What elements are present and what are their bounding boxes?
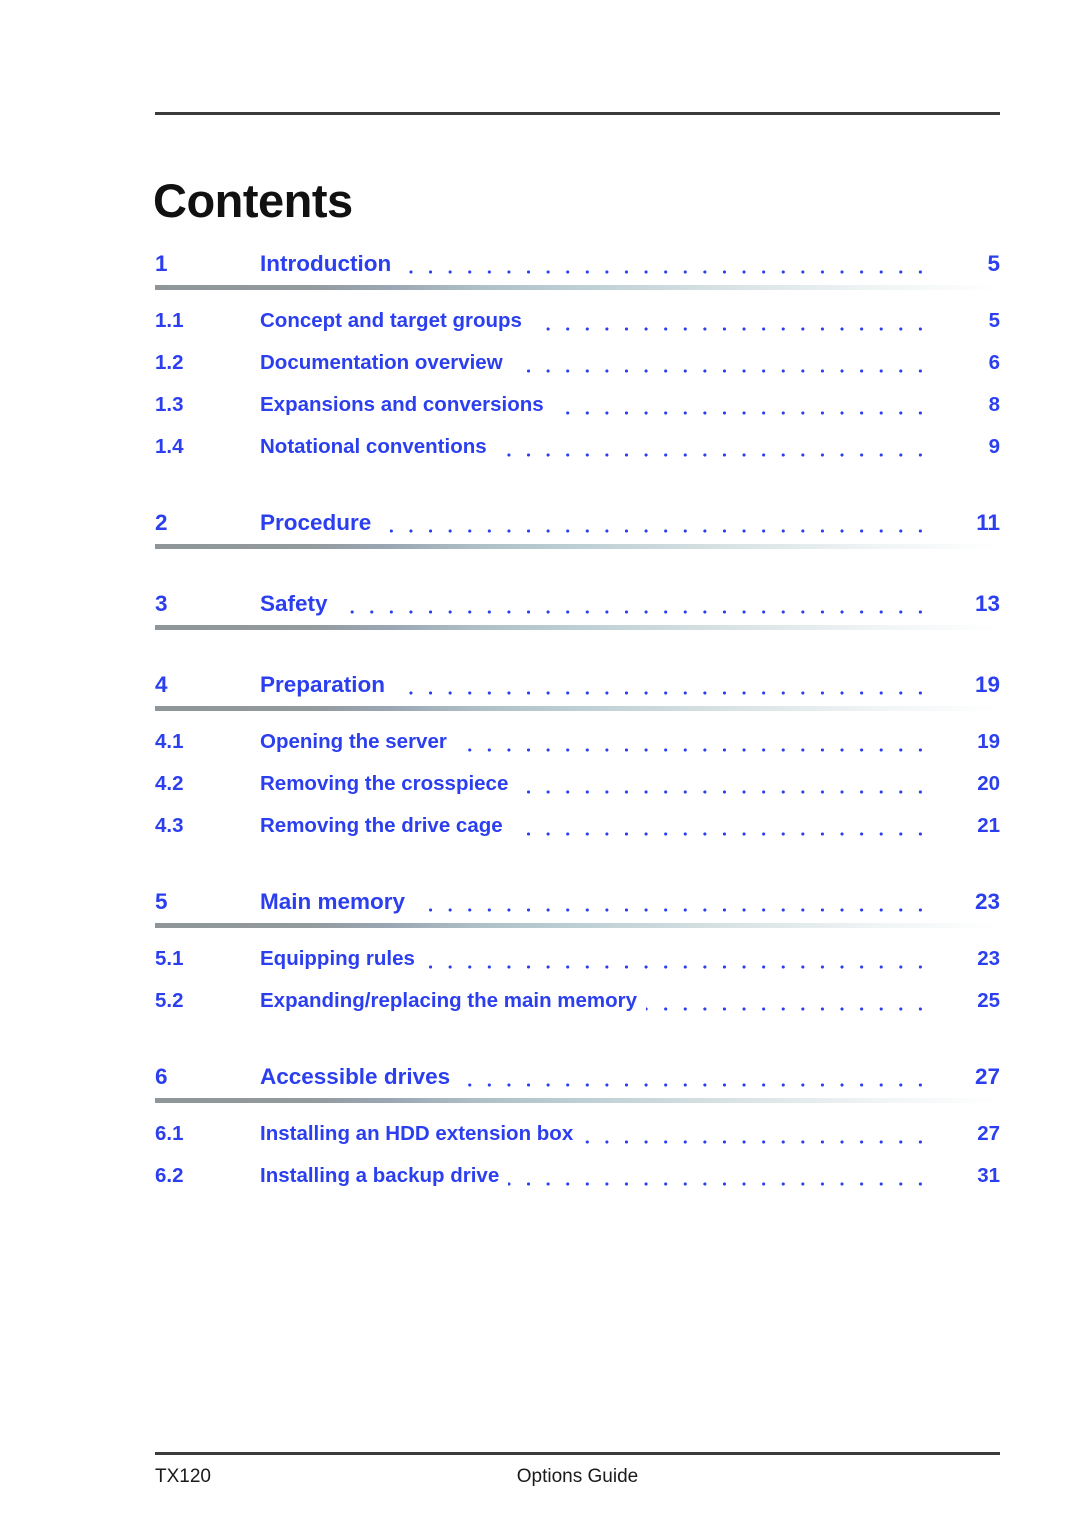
toc-entry-number: 1.2 [155, 351, 184, 374]
toc-entry-page-number: 27 [932, 1113, 1000, 1155]
chapter-gradient-rule [155, 285, 1000, 290]
toc-entry[interactable]: 1.2 Documentation overview 6 [0, 342, 1080, 384]
footer-rule [155, 1452, 1000, 1455]
toc-entry-page-number: 6 [932, 342, 1000, 384]
toc-entry-page-number: 31 [932, 1155, 1000, 1197]
chapter-gradient-rule [155, 544, 1000, 549]
toc-entry-page-number: 23 [932, 881, 1000, 923]
toc-entry[interactable]: 6.1 Installing an HDD extension box 27 [0, 1113, 1080, 1155]
toc-spacer [0, 928, 1080, 938]
toc-entry-title: Introduction [260, 243, 401, 285]
toc-entry[interactable]: 1 Introduction 5 [0, 243, 1080, 285]
toc-entry-number: 4.2 [155, 772, 184, 795]
toc-entry-title: Safety [260, 583, 337, 625]
toc-entry-number: 5.2 [155, 989, 184, 1012]
toc-entry[interactable]: 3 Safety 13 [0, 583, 1080, 625]
toc-entry-number: 3 [155, 591, 168, 616]
toc-entry-number: 1.4 [155, 435, 184, 458]
document-page: Contents 1 Introduction 5 1.1 Concept and ta… [0, 0, 1080, 1526]
toc-entry-page-number: 20 [932, 763, 1000, 805]
toc-entry-title: Concept and target groups [260, 300, 531, 342]
toc-entry-title: Accessible drives [260, 1056, 460, 1098]
toc-entry-title: Opening the server [260, 721, 456, 763]
toc-entry-page-number: 23 [932, 938, 1000, 980]
toc-entry-number: 4.1 [155, 730, 184, 753]
toc-entry-title: Notational conventions [260, 426, 496, 468]
toc-entry-title: Procedure [260, 502, 381, 544]
footer-document-name: Options Guide [516, 1466, 639, 1487]
toc-entry-number: 6.2 [155, 1164, 184, 1187]
toc-entry-page-number: 19 [932, 664, 1000, 706]
toc-entry-number: 5 [155, 889, 168, 914]
toc-entry-page-number: 13 [932, 583, 1000, 625]
toc-entry-number: 1.1 [155, 309, 184, 332]
toc-entry[interactable]: 6 Accessible drives 27 [0, 1056, 1080, 1098]
toc-entry[interactable]: 2 Procedure 11 [0, 502, 1080, 544]
toc-entry-number: 2 [155, 510, 168, 535]
toc-entry-page-number: 9 [932, 426, 1000, 468]
chapter-gradient-rule [155, 923, 1000, 928]
toc-entry[interactable]: 5.1 Equipping rules 23 [0, 938, 1080, 980]
chapter-gradient-rule [155, 1098, 1000, 1103]
toc-entry-number: 5.1 [155, 947, 184, 970]
toc-spacer [0, 1022, 1080, 1056]
toc-entry-number: 1.3 [155, 393, 184, 416]
toc-entry[interactable]: 5 Main memory 23 [0, 881, 1080, 923]
toc-spacer [0, 630, 1080, 664]
toc-spacer [0, 468, 1080, 502]
toc-entry-page-number: 8 [932, 384, 1000, 426]
toc-spacer [0, 711, 1080, 721]
toc-entry[interactable]: 6.2 Installing a backup drive 31 [0, 1155, 1080, 1197]
toc-entry[interactable]: 1.1 Concept and target groups 5 [0, 300, 1080, 342]
toc-entry-title: Expanding/replacing the main memory [260, 980, 647, 1022]
toc-entry[interactable]: 4.3 Removing the drive cage 21 [0, 805, 1080, 847]
toc-entry-title: Documentation overview [260, 342, 512, 384]
toc-entry-page-number: 19 [932, 721, 1000, 763]
toc-entry[interactable]: 4 Preparation 19 [0, 664, 1080, 706]
header-rule [155, 112, 1000, 115]
toc-entry-page-number: 5 [932, 300, 1000, 342]
chapter-gradient-rule [155, 625, 1000, 630]
toc-entry-page-number: 21 [932, 805, 1000, 847]
toc-entry-number: 4.3 [155, 814, 184, 837]
toc-entry-page-number: 27 [932, 1056, 1000, 1098]
page-title: Contents [153, 174, 353, 228]
toc-entry-page-number: 11 [932, 502, 1000, 544]
toc-dot-leader [262, 583, 1000, 625]
toc-entry-title: Main memory [260, 881, 415, 923]
toc-entry[interactable]: 4.1 Opening the server 19 [0, 721, 1080, 763]
toc-entry-page-number: 5 [932, 243, 1000, 285]
toc-entry-number: 4 [155, 672, 168, 697]
toc-entry[interactable]: 4.2 Removing the crosspiece 20 [0, 763, 1080, 805]
toc-entry[interactable]: 5.2 Expanding/replacing the main memory 25 [0, 980, 1080, 1022]
toc-spacer [0, 549, 1080, 583]
toc-entry-title: Removing the crosspiece [260, 763, 518, 805]
toc-entry-title: Equipping rules [260, 938, 424, 980]
chapter-gradient-rule [155, 706, 1000, 711]
toc-entry-title: Expansions and conversions [260, 384, 553, 426]
toc-entry[interactable]: 1.4 Notational conventions 9 [0, 426, 1080, 468]
toc-entry[interactable]: 1.3 Expansions and conversions 8 [0, 384, 1080, 426]
table-of-contents: 1 Introduction 5 1.1 Concept and target grou… [0, 243, 1080, 1197]
toc-entry-number: 6 [155, 1064, 168, 1089]
toc-entry-page-number: 25 [932, 980, 1000, 1022]
toc-spacer [0, 290, 1080, 300]
toc-entry-number: 6.1 [155, 1122, 184, 1145]
page-footer: TX120 Options Guide [155, 1461, 1000, 1493]
toc-spacer [0, 847, 1080, 881]
toc-entry-number: 1 [155, 251, 168, 276]
toc-entry-title: Installing a backup drive [260, 1155, 509, 1197]
toc-entry-title: Installing an HDD extension box [260, 1113, 583, 1155]
toc-entry-title: Preparation [260, 664, 395, 706]
toc-spacer [0, 1103, 1080, 1113]
toc-entry-title: Removing the drive cage [260, 805, 512, 847]
